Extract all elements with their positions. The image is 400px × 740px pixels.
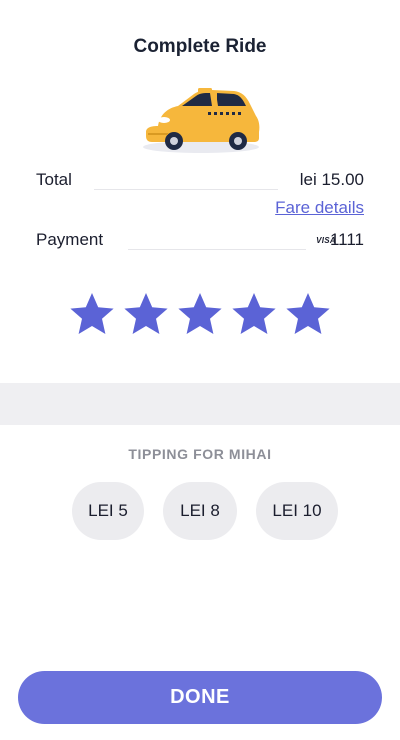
star-icon[interactable] bbox=[230, 290, 278, 338]
total-value: lei 15.00 bbox=[299, 170, 364, 189]
star-icon[interactable] bbox=[68, 290, 116, 338]
section-divider bbox=[0, 383, 400, 425]
card-last4: 1111 bbox=[329, 230, 364, 249]
tip-options: LEI 5 LEI 8 LEI 10 bbox=[72, 482, 338, 540]
total-divider bbox=[94, 189, 278, 190]
page-title: Complete Ride bbox=[133, 36, 267, 57]
payment-divider bbox=[128, 249, 306, 250]
total-row: Total lei 15.00 bbox=[36, 170, 364, 194]
tip-option-10[interactable]: LEI 10 bbox=[256, 482, 338, 540]
taxi-car-icon bbox=[143, 88, 260, 153]
star-icon[interactable] bbox=[122, 290, 170, 338]
tip-option-8[interactable]: LEI 8 bbox=[163, 482, 237, 540]
total-label: Total bbox=[36, 170, 72, 189]
payment-row: Payment VISA 1111 bbox=[36, 230, 364, 254]
star-icon[interactable] bbox=[284, 290, 332, 338]
done-button[interactable]: DONE bbox=[18, 671, 382, 724]
star-icon[interactable] bbox=[176, 290, 224, 338]
star-rating bbox=[68, 290, 332, 338]
payment-label: Payment bbox=[36, 230, 104, 249]
tip-option-5[interactable]: LEI 5 bbox=[72, 482, 144, 540]
tipping-title: TIPPING FOR MIHAI bbox=[128, 446, 272, 462]
fare-details-link[interactable]: Fare details bbox=[275, 198, 364, 218]
